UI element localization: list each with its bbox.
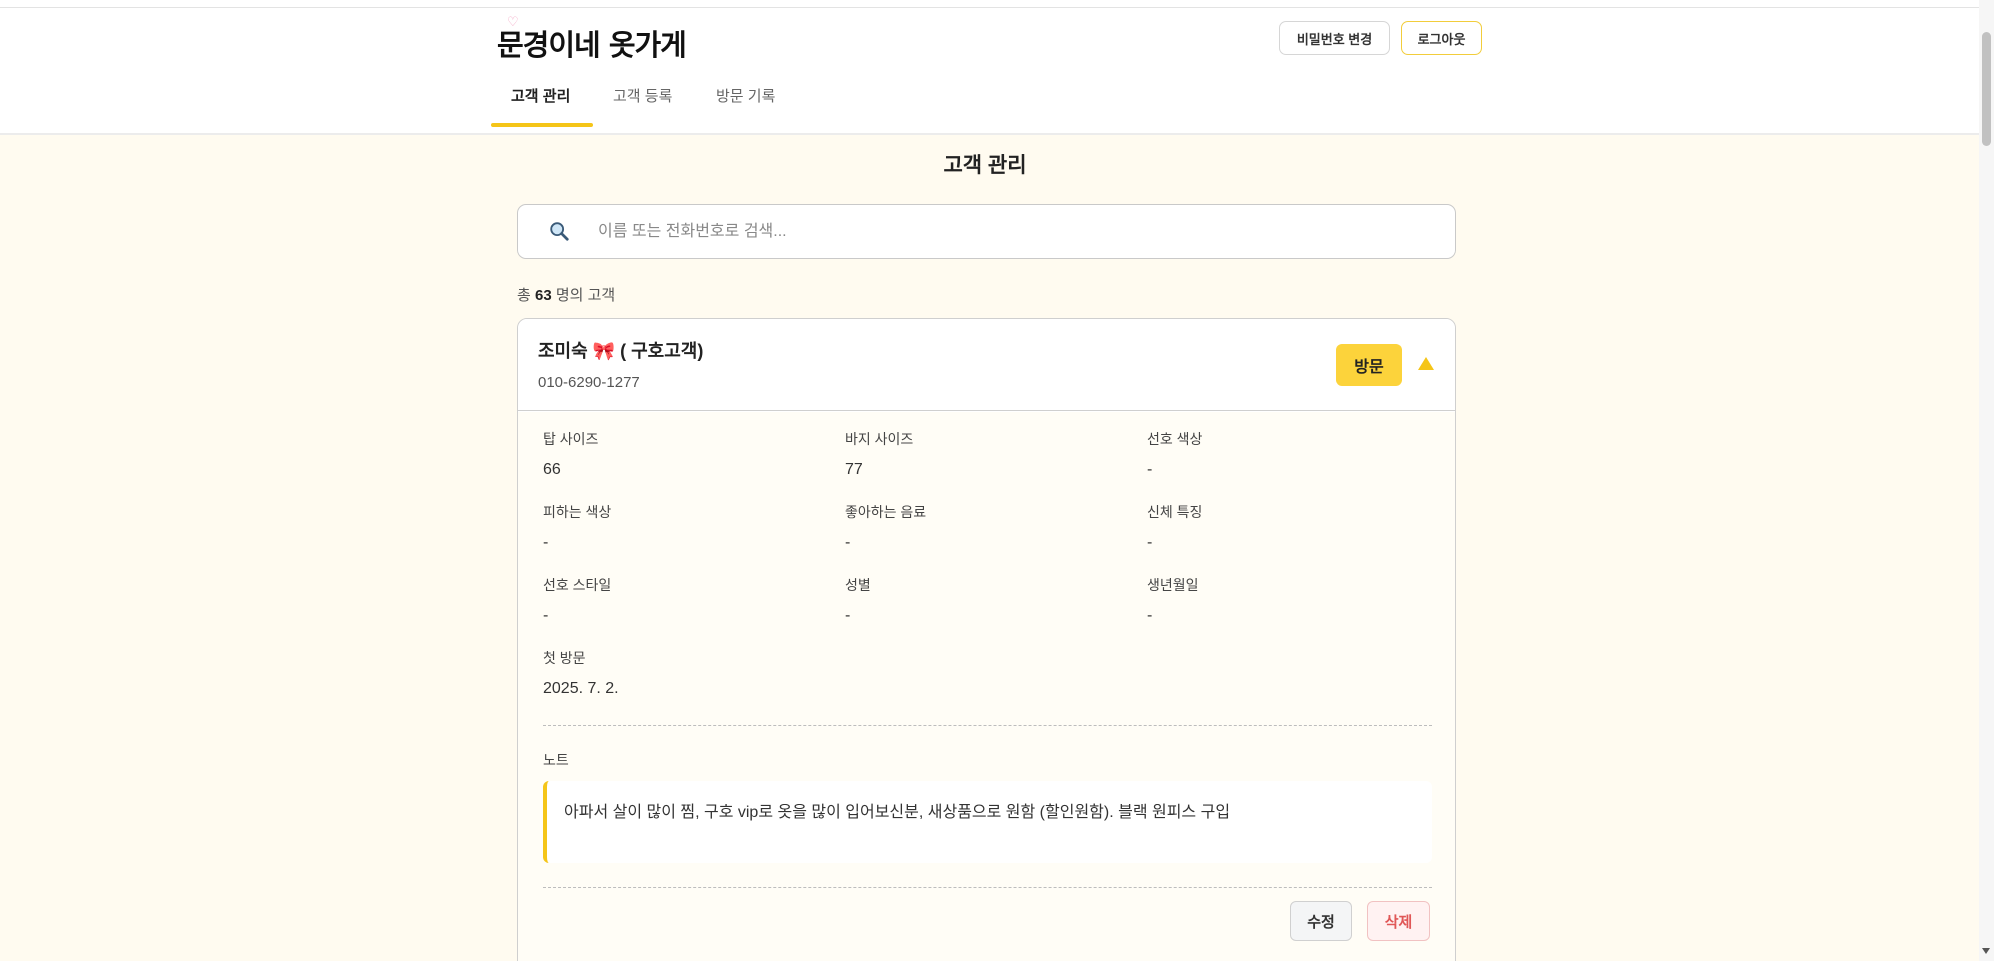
field-birthdate: 생년월일 - [1147, 575, 1427, 625]
field-value: - [1147, 461, 1153, 478]
delete-button[interactable]: 삭제 [1367, 901, 1430, 941]
note-label: 노트 [543, 752, 569, 768]
divider [543, 725, 1432, 726]
field-label: 생년월일 [1147, 577, 1199, 593]
scroll-down-arrow-icon[interactable] [1982, 948, 1990, 954]
field-value: 2025. 7. 2. [543, 680, 619, 697]
field-preferred-style: 선호 스타일 - [543, 575, 823, 625]
field-favorite-drink: 좋아하는 음료 - [845, 502, 1125, 552]
search-icon [550, 222, 569, 241]
logout-button[interactable]: 로그아웃 [1401, 21, 1482, 55]
note-text: 아파서 살이 많이 찜, 구호 vip로 옷을 많이 입어보신분, 새상품으로 … [564, 804, 1231, 821]
field-value: 66 [543, 461, 561, 478]
field-label: 선호 색상 [1147, 431, 1203, 447]
field-preferred-color: 선호 색상 - [1147, 429, 1427, 479]
collapse-arrow-icon[interactable] [1418, 357, 1434, 370]
field-first-visit: 첫 방문 2025. 7. 2. [543, 648, 823, 698]
scrollbar[interactable] [1979, 0, 1994, 961]
customer-card-header[interactable]: 조미숙 🎀 ( 구호고객) 010-6290-1277 방문 [518, 319, 1455, 411]
field-label: 선호 스타일 [543, 577, 612, 593]
field-label: 바지 사이즈 [845, 431, 914, 447]
field-label: 성별 [845, 577, 871, 593]
page-title: 고객 관리 [943, 154, 1027, 177]
field-gender: 성별 - [845, 575, 1125, 625]
tab-customer-register[interactable]: 고객 등록 [613, 85, 672, 106]
field-value: - [845, 534, 851, 551]
divider [543, 887, 1432, 888]
field-body-features: 신체 특징 - [1147, 502, 1427, 552]
count-suffix: 명의 고객 [555, 287, 616, 304]
app-header: ♡ 문경이네 옷가게 비밀번호 변경 로그아웃 고객 관리 고객 등록 방문 기… [0, 8, 1994, 135]
edit-button[interactable]: 수정 [1290, 901, 1352, 941]
change-password-button[interactable]: 비밀번호 변경 [1279, 21, 1390, 55]
scrollbar-thumb[interactable] [1982, 32, 1991, 146]
field-label: 좋아하는 음료 [845, 504, 927, 520]
count-prefix: 총 [517, 287, 531, 304]
active-tab-indicator [491, 123, 593, 127]
field-label: 탑 사이즈 [543, 431, 599, 447]
field-label: 피하는 색상 [543, 504, 612, 520]
field-pants-size: 바지 사이즈 77 [845, 429, 1125, 479]
field-value: - [543, 534, 549, 551]
search-box [517, 204, 1456, 259]
customer-details: 탑 사이즈 66 바지 사이즈 77 선호 색상 - 피하는 색상 - 좋아하는… [518, 412, 1455, 961]
top-border [0, 0, 1994, 8]
field-value: 77 [845, 461, 863, 478]
count-number: 63 [534, 287, 552, 304]
field-value: - [1147, 534, 1153, 551]
field-value: - [1147, 607, 1153, 624]
note-box: 아파서 살이 많이 찜, 구호 vip로 옷을 많이 입어보신분, 새상품으로 … [543, 781, 1432, 863]
field-label: 신체 특징 [1147, 504, 1203, 520]
field-value: - [845, 607, 851, 624]
customer-phone: 010-6290-1277 [538, 374, 640, 391]
search-input[interactable] [598, 219, 1418, 245]
field-value: - [543, 607, 549, 624]
customer-count: 총 63 명의 고객 [517, 284, 615, 305]
logo[interactable]: 문경이네 옷가게 [497, 22, 687, 64]
field-label: 첫 방문 [543, 650, 586, 666]
field-avoided-color: 피하는 색상 - [543, 502, 823, 552]
customer-card: 조미숙 🎀 ( 구호고객) 010-6290-1277 방문 탑 사이즈 66 … [517, 318, 1456, 961]
tab-customer-management[interactable]: 고객 관리 [511, 85, 570, 106]
customer-name: 조미숙 🎀 ( 구호고객) [538, 341, 704, 361]
field-top-size: 탑 사이즈 66 [543, 429, 823, 479]
tab-visit-history[interactable]: 방문 기록 [716, 85, 775, 106]
visit-button[interactable]: 방문 [1336, 344, 1402, 386]
